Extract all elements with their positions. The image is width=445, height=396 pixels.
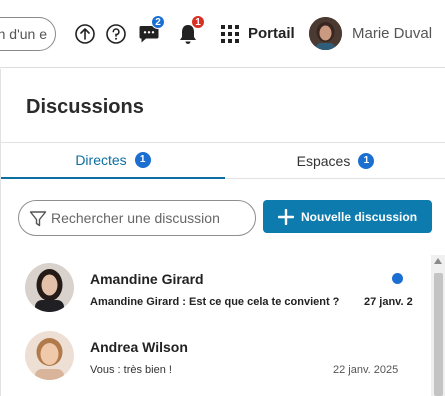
scroll-thumb[interactable] [434,273,443,396]
unread-indicator [392,273,403,284]
chat-button[interactable]: 2 [138,15,165,45]
tab-espaces[interactable]: Espaces 1 [225,143,445,179]
panel-title: Discussions [26,96,144,118]
avatar [25,263,74,312]
tab-directes[interactable]: Directes 1 [1,143,225,179]
user-name[interactable]: Marie Duval [352,25,432,42]
plus-icon [278,208,294,225]
notifications-count-badge: 1 [191,15,205,29]
user-avatar[interactable] [309,17,342,50]
conversation-item[interactable]: Andrea Wilson Vous : très bien ! 22 janv… [1,331,431,393]
avatar [25,331,74,380]
portal-link[interactable]: Portail [248,25,295,42]
filter-icon [29,211,47,227]
discussions-panel: Discussions Directes 1 Espaces 1 Nouvell… [0,69,445,396]
notifications-button[interactable]: 1 [178,15,205,45]
tab-label: Espaces [296,152,351,169]
message-date: 22 janv. 2025 [333,364,399,376]
tab-label: Directes [75,152,127,168]
new-discussion-button[interactable]: Nouvelle discussion [263,200,432,233]
chat-count-badge: 2 [151,15,165,29]
message-preview: Vous : très bien ! [90,364,172,376]
discussion-search-input[interactable] [51,208,249,228]
scrollbar[interactable] [431,255,445,396]
discussion-search-field[interactable] [18,200,256,236]
message-date: 27 janv. 2 [364,296,413,308]
conversation-item[interactable]: Amandine Girard Amandine Girard : Est ce… [1,263,431,325]
tab-count-badge: 1 [134,152,151,168]
message-preview: Amandine Girard : Est ce que cela te con… [90,296,340,308]
question-circle-icon[interactable] [106,24,126,44]
global-search-field[interactable]: n d'un e [0,17,56,51]
contact-name: Amandine Girard [90,271,204,287]
global-search-text: n d'un e [0,26,47,42]
tab-count-badge: 1 [358,152,375,169]
arrow-up-circle-icon[interactable] [75,24,95,44]
new-discussion-label: Nouvelle discussion [301,209,418,224]
contact-name: Andrea Wilson [90,339,188,355]
top-bar: n d'un e 2 1 Portail Marie Duval [0,0,445,68]
grid-icon[interactable] [220,24,240,44]
scroll-up-arrow-icon[interactable] [434,258,442,264]
